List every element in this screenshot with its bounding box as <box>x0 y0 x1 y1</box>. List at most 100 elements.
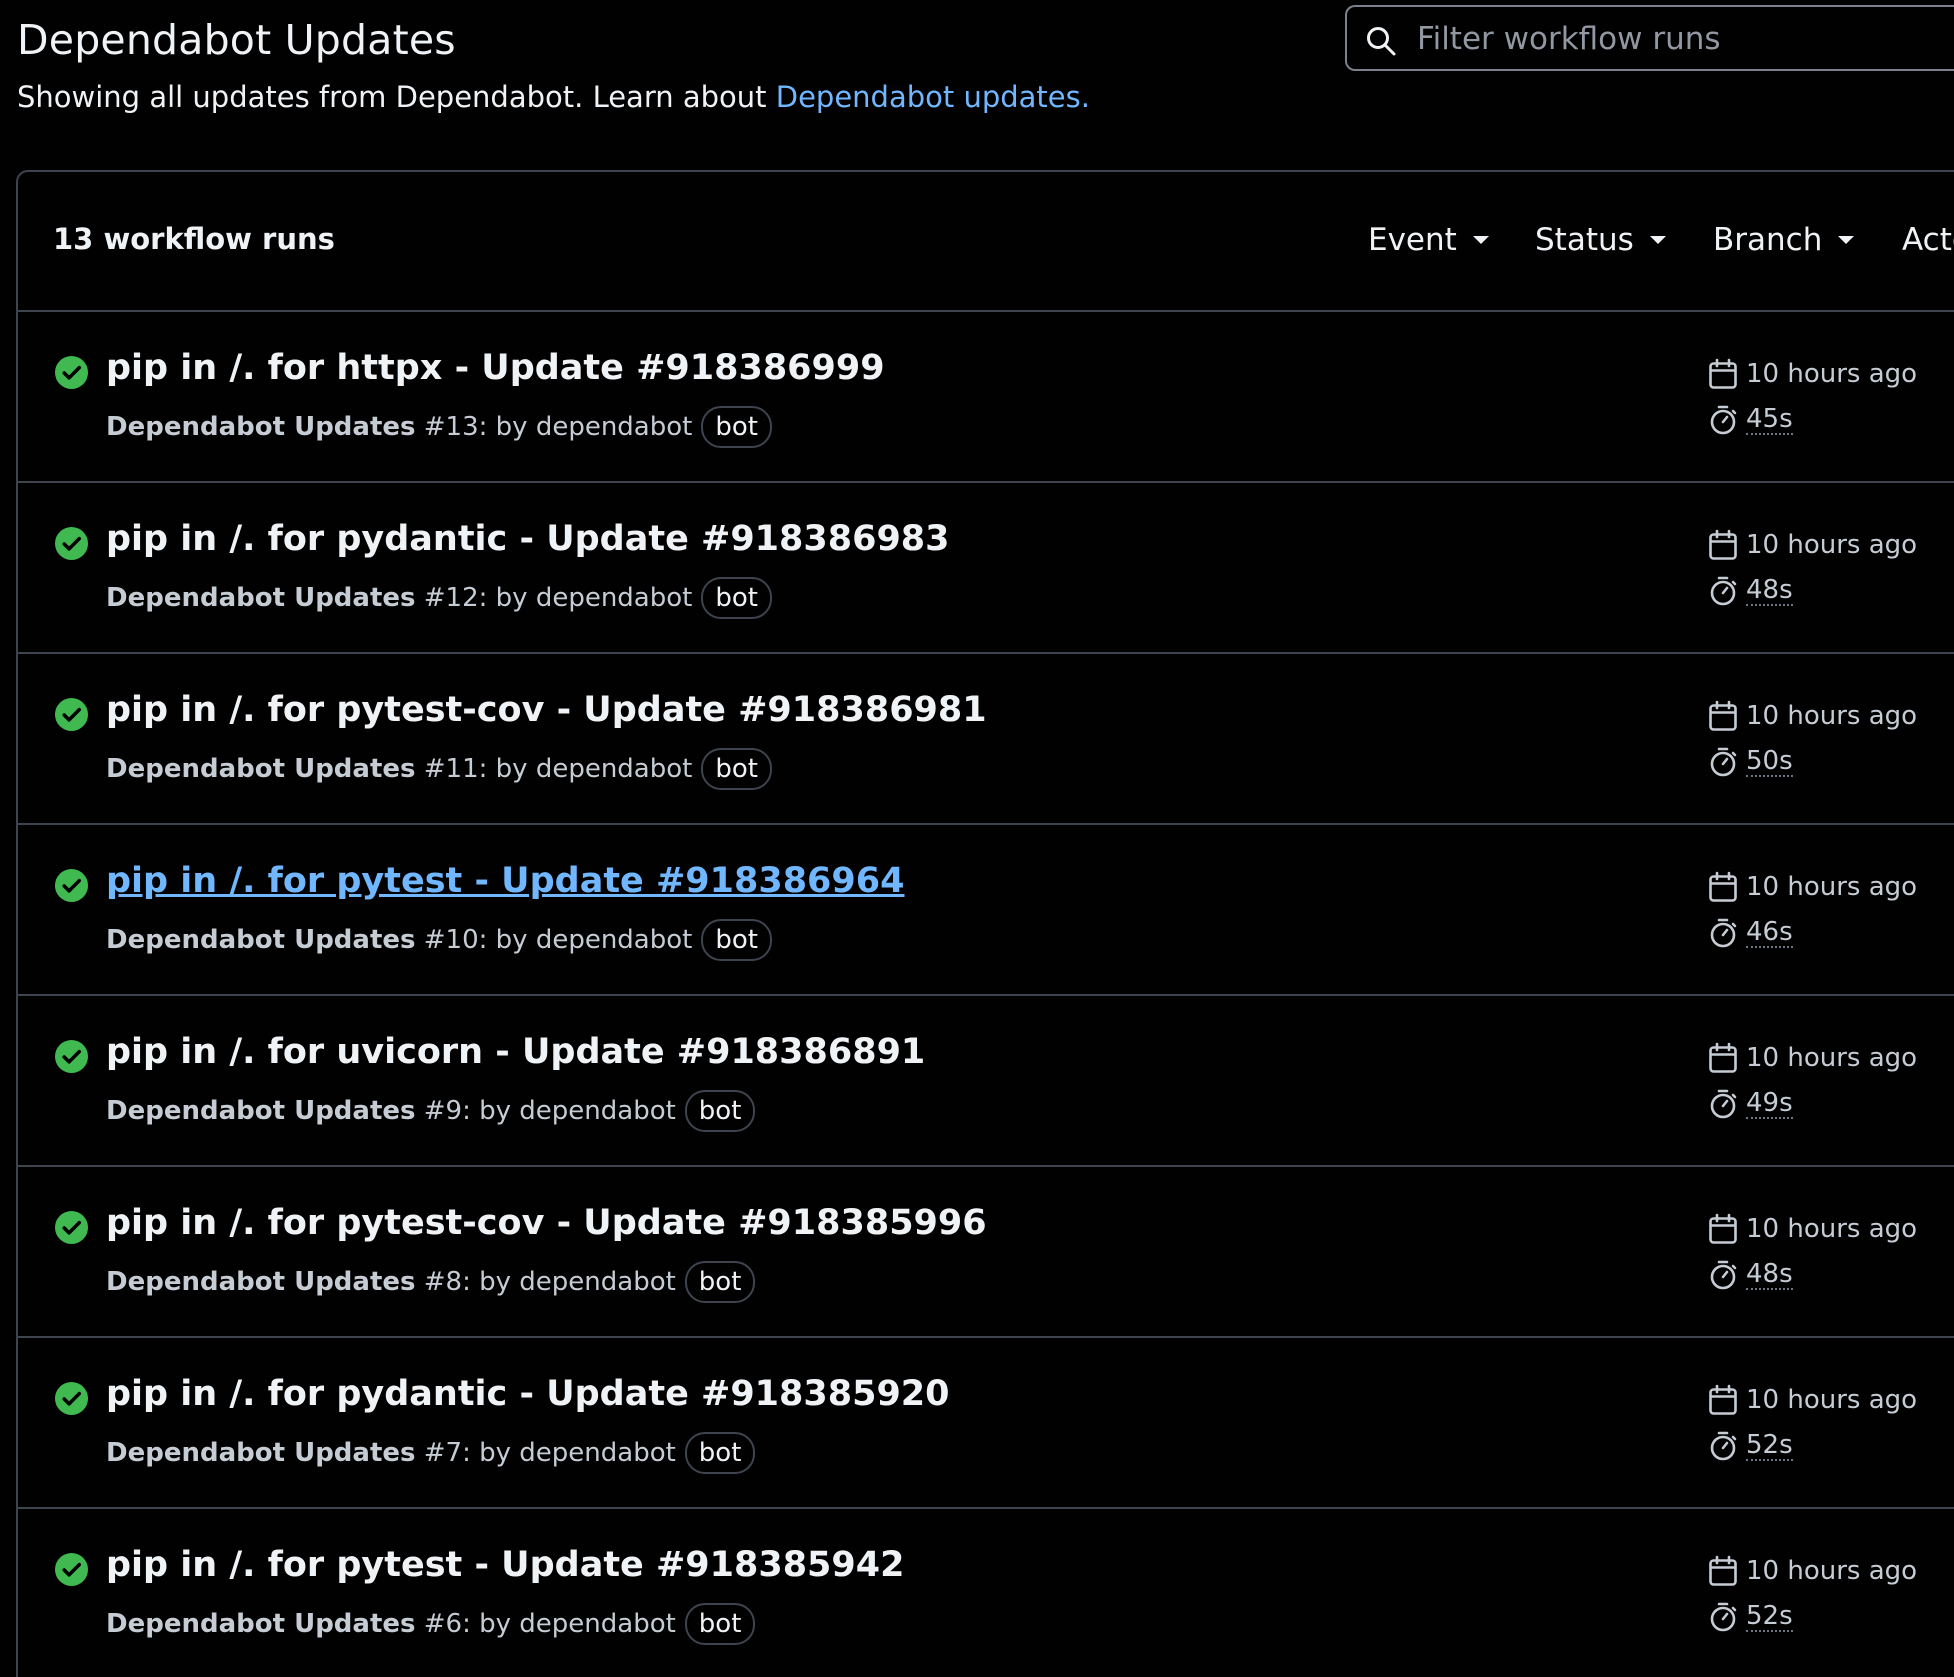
run-timestamp: 10 hours ago <box>1708 1042 1917 1074</box>
filter-runs-search[interactable] <box>1345 5 1954 71</box>
run-meta: Dependabot Updates #7: by dependabot bot <box>106 1432 756 1474</box>
bot-badge: bot <box>701 406 772 448</box>
run-duration-text: 50s <box>1746 746 1793 777</box>
workflow-run-row[interactable]: pip in /. for pydantic - Update #9183869… <box>18 481 1954 654</box>
run-title-link[interactable]: pip in /. for pytest - Update #918385942 <box>106 1545 904 1585</box>
run-title-link[interactable]: pip in /. for pydantic - Update #9183869… <box>106 519 950 559</box>
subtitle-text: Showing all updates from Dependabot. Lea… <box>17 80 776 114</box>
run-meta: Dependabot Updates #9: by dependabot bot <box>106 1090 756 1132</box>
page: Dependabot Updates Showing all updates f… <box>0 0 1954 1677</box>
chevron-down-icon <box>1649 236 1666 244</box>
workflow-run-row[interactable]: pip in /. for pytest - Update #918386964… <box>18 823 1954 996</box>
run-meta: Dependabot Updates #13: by dependabot bo… <box>106 406 772 448</box>
stopwatch-icon <box>1710 405 1737 435</box>
bot-badge: bot <box>684 1261 756 1303</box>
run-timestamp: 10 hours ago <box>1708 1555 1917 1587</box>
bot-badge: bot <box>701 919 772 961</box>
stopwatch-icon <box>1710 918 1737 948</box>
run-duration: 49s <box>1708 1088 1793 1120</box>
workflow-run-row[interactable]: pip in /. for pytest - Update #918385942… <box>18 1507 1954 1677</box>
search-icon <box>1367 27 1396 56</box>
page-title: Dependabot Updates <box>17 16 456 64</box>
branch-filter-dropdown[interactable]: Branch <box>1713 222 1855 258</box>
workflow-run-row[interactable]: pip in /. for pytest-cov - Update #91838… <box>18 652 1954 825</box>
workflow-name: Dependabot Updates <box>106 1096 416 1126</box>
calendar-icon <box>1709 1555 1737 1586</box>
run-duration: 48s <box>1708 575 1793 607</box>
run-timestamp: 10 hours ago <box>1708 1384 1917 1416</box>
run-duration-text: 45s <box>1746 404 1793 435</box>
workflow-name: Dependabot Updates <box>106 1609 416 1639</box>
bot-badge: bot <box>684 1090 756 1132</box>
workflow-run-row[interactable]: pip in /. for httpx - Update #918386999 … <box>18 310 1954 483</box>
branch-filter-label: Branch <box>1713 222 1823 258</box>
chevron-down-icon <box>1472 236 1489 244</box>
dependabot-updates-link[interactable]: Dependabot updates. <box>776 80 1090 114</box>
run-number-actor: #8: by dependabot <box>423 1267 676 1297</box>
stopwatch-icon <box>1710 1089 1737 1119</box>
run-title-link[interactable]: pip in /. for pytest - Update #918386964 <box>106 861 904 901</box>
workflow-name: Dependabot Updates <box>106 1267 416 1297</box>
success-check-icon <box>54 355 89 390</box>
run-title-link[interactable]: pip in /. for pydantic - Update #9183859… <box>106 1374 950 1414</box>
run-number-actor: #13: by dependabot <box>423 412 693 442</box>
status-filter-dropdown[interactable]: Status <box>1535 222 1666 258</box>
run-number-actor: #6: by dependabot <box>423 1609 676 1639</box>
stopwatch-icon <box>1710 1602 1737 1632</box>
run-title-link[interactable]: pip in /. for uvicorn - Update #91838689… <box>106 1032 925 1072</box>
run-title-link[interactable]: pip in /. for pytest-cov - Update #91838… <box>106 1203 987 1243</box>
bot-badge: bot <box>701 577 772 619</box>
run-duration: 52s <box>1708 1430 1793 1462</box>
actor-filter-label: Actor <box>1902 222 1954 258</box>
workflow-name: Dependabot Updates <box>106 412 416 442</box>
run-timestamp: 10 hours ago <box>1708 700 1917 732</box>
run-title-link[interactable]: pip in /. for pytest-cov - Update #91838… <box>106 690 987 730</box>
workflow-name: Dependabot Updates <box>106 1438 416 1468</box>
run-timestamp: 10 hours ago <box>1708 529 1917 561</box>
run-duration: 48s <box>1708 1259 1793 1291</box>
stopwatch-icon <box>1710 1260 1737 1290</box>
workflow-run-row[interactable]: pip in /. for uvicorn - Update #91838689… <box>18 994 1954 1167</box>
run-duration-text: 49s <box>1746 1088 1793 1119</box>
run-timestamp-text: 10 hours ago <box>1746 1043 1918 1073</box>
run-timestamp: 10 hours ago <box>1708 358 1917 390</box>
calendar-icon <box>1709 1042 1737 1073</box>
run-meta: Dependabot Updates #12: by dependabot bo… <box>106 577 772 619</box>
run-number-actor: #12: by dependabot <box>423 583 693 613</box>
calendar-icon <box>1709 700 1737 731</box>
run-duration-text: 46s <box>1746 917 1793 948</box>
workflow-run-row[interactable]: pip in /. for pydantic - Update #9183859… <box>18 1336 1954 1509</box>
actor-filter-dropdown[interactable]: Actor <box>1902 222 1954 258</box>
workflow-name: Dependabot Updates <box>106 583 416 613</box>
event-filter-dropdown[interactable]: Event <box>1368 222 1489 258</box>
run-number-actor: #11: by dependabot <box>423 754 693 784</box>
run-title-link[interactable]: pip in /. for httpx - Update #918386999 <box>106 348 885 388</box>
bot-badge: bot <box>684 1432 756 1474</box>
success-check-icon <box>54 868 89 903</box>
run-duration-text: 48s <box>1746 575 1793 606</box>
run-duration-text: 48s <box>1746 1259 1793 1290</box>
bot-badge: bot <box>701 748 772 790</box>
success-check-icon <box>54 1039 89 1074</box>
run-timestamp: 10 hours ago <box>1708 871 1917 903</box>
run-timestamp-text: 10 hours ago <box>1746 701 1918 731</box>
calendar-icon <box>1709 529 1737 560</box>
run-duration: 46s <box>1708 917 1793 949</box>
run-meta: Dependabot Updates #10: by dependabot bo… <box>106 919 772 961</box>
run-meta: Dependabot Updates #8: by dependabot bot <box>106 1261 756 1303</box>
run-meta: Dependabot Updates #6: by dependabot bot <box>106 1603 756 1645</box>
search-input[interactable] <box>1415 15 1954 63</box>
calendar-icon <box>1709 1384 1737 1415</box>
workflow-run-row[interactable]: pip in /. for pytest-cov - Update #91838… <box>18 1165 1954 1338</box>
run-timestamp-text: 10 hours ago <box>1746 359 1918 389</box>
run-timestamp-text: 10 hours ago <box>1746 1214 1918 1244</box>
run-number-actor: #10: by dependabot <box>423 925 693 955</box>
run-duration: 45s <box>1708 404 1793 436</box>
run-timestamp-text: 10 hours ago <box>1746 872 1918 902</box>
success-check-icon <box>54 1210 89 1245</box>
page-subtitle: Showing all updates from Dependabot. Lea… <box>17 80 1090 114</box>
run-timestamp-text: 10 hours ago <box>1746 530 1918 560</box>
chevron-down-icon <box>1838 236 1855 244</box>
success-check-icon <box>54 526 89 561</box>
stopwatch-icon <box>1710 576 1737 606</box>
